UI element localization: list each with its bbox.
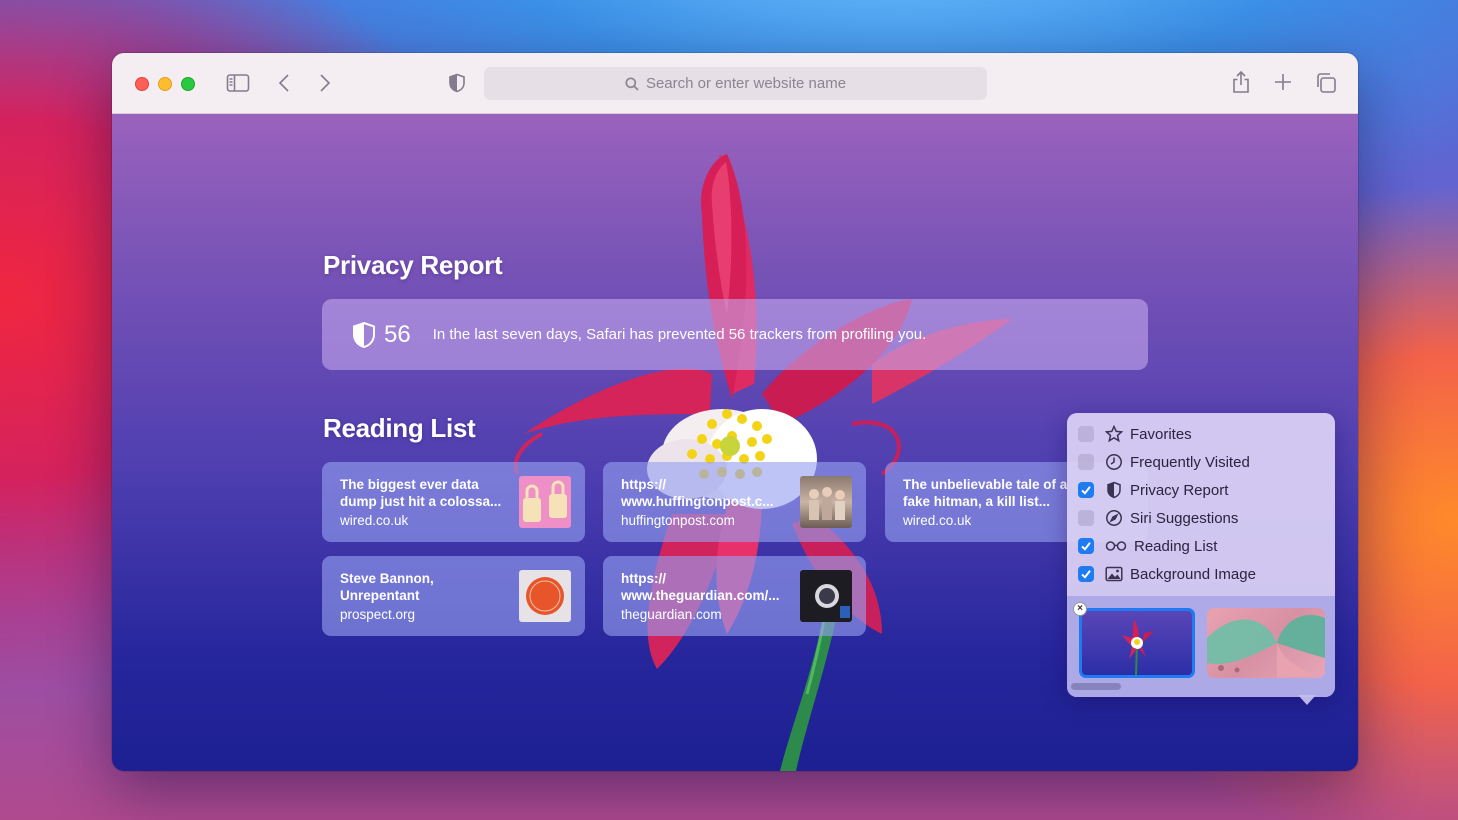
remove-background-button[interactable]: ×	[1073, 602, 1087, 616]
reading-list-item-title: https:// www.huffingtonpost.c...	[621, 477, 774, 509]
clock-icon	[1105, 453, 1123, 471]
star-icon	[1105, 425, 1123, 443]
zoom-window-button[interactable]	[181, 77, 195, 91]
reading-list-item[interactable]: The biggest ever data dump just hit a co…	[322, 462, 585, 542]
favorites-checkbox[interactable]	[1078, 426, 1094, 442]
back-chevron-icon[interactable]	[274, 72, 294, 94]
option-frequently-visited[interactable]: Frequently Visited	[1078, 451, 1250, 473]
address-placeholder: Search or enter website name	[645, 75, 847, 92]
image-icon	[1105, 565, 1123, 583]
privacy-shield-icon[interactable]	[446, 72, 468, 94]
option-label: Background Image	[1130, 565, 1256, 583]
popover-arrow	[1298, 695, 1316, 705]
tracker-count: 56	[384, 320, 411, 348]
article-thumbnail	[519, 570, 571, 622]
close-window-button[interactable]	[135, 77, 149, 91]
reading-list-item-title: https:// www.theguardian.com/...	[621, 571, 780, 603]
share-icon[interactable]	[1229, 69, 1253, 95]
safari-window: Search or enter website name Privacy Rep…	[112, 53, 1358, 771]
glasses-icon	[1105, 537, 1127, 555]
reading-list-item[interactable]: Steve Bannon, Unrepentant prospect.org	[322, 556, 585, 636]
siri-suggestions-checkbox[interactable]	[1078, 510, 1094, 526]
toolbar: Search or enter website name	[112, 53, 1358, 114]
reading-list-title: Reading List	[323, 413, 476, 443]
frequently-visited-checkbox[interactable]	[1078, 454, 1094, 470]
search-icon	[625, 76, 639, 91]
option-label: Reading List	[1134, 537, 1218, 555]
reading-list-item-domain: prospect.org	[340, 607, 416, 622]
minimize-window-button[interactable]	[158, 77, 172, 91]
article-thumbnail	[800, 570, 852, 622]
reading-list-checkbox[interactable]	[1078, 538, 1094, 554]
forward-chevron-icon[interactable]	[315, 72, 335, 94]
horizontal-scrollbar[interactable]	[1071, 683, 1121, 690]
reading-list-item-title: The unbelievable tale of a fake hitman, …	[903, 477, 1068, 509]
new-tab-plus-icon[interactable]	[1272, 71, 1294, 93]
privacy-message: In the last seven days, Safari has preve…	[432, 326, 927, 343]
option-label: Favorites	[1130, 425, 1192, 443]
background-thumbnail-butterfly[interactable]	[1207, 608, 1325, 678]
reading-list-item-title: Steve Bannon, Unrepentant	[340, 571, 434, 603]
privacy-report-title: Privacy Report	[323, 250, 503, 280]
option-background-image[interactable]: Background Image	[1078, 563, 1256, 585]
option-label: Siri Suggestions	[1130, 509, 1239, 527]
article-thumbnail	[800, 476, 852, 528]
background-thumbnail-selected[interactable]	[1079, 608, 1195, 678]
option-reading-list[interactable]: Reading List	[1078, 535, 1217, 557]
background-image-picker: ×	[1067, 596, 1335, 697]
privacy-shield-icon	[353, 321, 375, 348]
reading-list-item-domain: theguardian.com	[621, 607, 722, 622]
sidebar-toggle-icon[interactable]	[225, 72, 251, 94]
reading-list-item-title: The biggest ever data dump just hit a co…	[340, 477, 502, 509]
reading-list-item-domain: wired.co.uk	[903, 513, 972, 528]
tab-overview-icon[interactable]	[1314, 71, 1338, 95]
reading-list-item-domain: huffingtonpost.com	[621, 513, 735, 528]
reading-list-item-domain: wired.co.uk	[340, 513, 409, 528]
option-privacy-report[interactable]: Privacy Report	[1078, 479, 1228, 501]
option-label: Privacy Report	[1130, 481, 1229, 499]
option-siri-suggestions[interactable]: Siri Suggestions	[1078, 507, 1238, 529]
customize-start-page-popover: Favorites Frequently Visited Privacy Rep…	[1067, 413, 1335, 705]
shield-icon	[1105, 481, 1123, 499]
compass-icon	[1105, 509, 1123, 527]
reading-list-item[interactable]: https:// www.theguardian.com/... theguar…	[603, 556, 866, 636]
privacy-report-card[interactable]: 56 In the last seven days, Safari has pr…	[322, 299, 1148, 370]
option-favorites[interactable]: Favorites	[1078, 423, 1192, 445]
start-page: Privacy Report 56 In the last seven days…	[112, 114, 1358, 771]
background-image-checkbox[interactable]	[1078, 566, 1094, 582]
option-label: Frequently Visited	[1130, 453, 1250, 471]
privacy-report-checkbox[interactable]	[1078, 482, 1094, 498]
address-bar[interactable]: Search or enter website name	[484, 67, 987, 100]
reading-list-item[interactable]: https:// www.huffingtonpost.c... huffing…	[603, 462, 866, 542]
article-thumbnail	[519, 476, 571, 528]
